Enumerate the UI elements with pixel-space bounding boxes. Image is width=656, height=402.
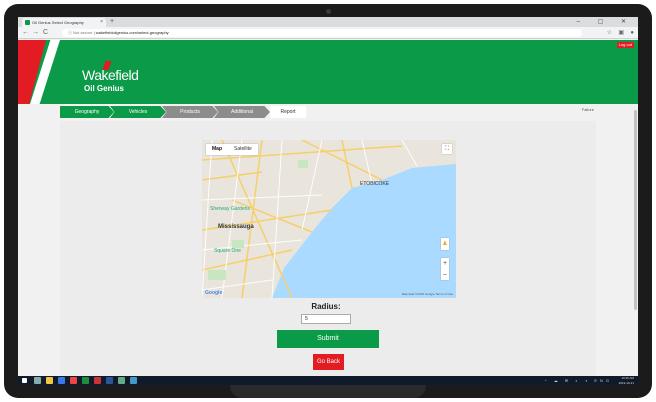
map-label-etobicoke: ETOBICOKE	[360, 181, 390, 187]
logout-button[interactable]: Log out	[616, 42, 634, 48]
word-icon[interactable]	[106, 377, 113, 384]
failure-text: Failure	[581, 107, 594, 112]
submit-button[interactable]: Submit	[277, 330, 379, 348]
site-header: Wakefield Oil Genius Log out	[18, 40, 638, 104]
window-controls[interactable]: – ▢ ✕	[577, 17, 634, 27]
address-bar: ← → C ⓘ Not secure | wakefieldoilgenius.…	[18, 27, 638, 39]
powerpoint-icon[interactable]	[94, 377, 101, 384]
step-additional[interactable]: Additional	[214, 106, 270, 118]
map-tab-satellite[interactable]: Satellite	[228, 144, 258, 155]
forward-icon[interactable]: →	[32, 27, 39, 39]
clock-time: 10:35 AM	[621, 376, 634, 380]
zoom-controls: + –	[441, 258, 449, 280]
map-type-tabs: Map Satellite	[206, 144, 258, 155]
close-tab-icon[interactable]: ×	[100, 18, 103, 27]
map-tab-map[interactable]: Map	[206, 144, 228, 155]
google-logo: Google	[205, 290, 223, 296]
start-icon[interactable]	[22, 378, 27, 383]
page-scrollbar[interactable]	[633, 104, 638, 376]
tab-title: Oil Genius Select Geography	[32, 20, 84, 25]
browser-tab-bar: Oil Genius Select Geography × + – ▢ ✕	[18, 17, 638, 27]
chrome-icon[interactable]	[70, 377, 77, 384]
browser-tab[interactable]: Oil Genius Select Geography ×	[22, 18, 106, 27]
camera-icon	[326, 9, 331, 14]
back-icon[interactable]: ←	[22, 27, 29, 39]
file-explorer-icon[interactable]	[46, 377, 53, 384]
system-tray[interactable]: ^ ☁ ✉ ◐ ◑ ENG	[545, 376, 612, 385]
map-view[interactable]: Map Satellite ⛶ ETOBICOKE Mississauga Sh…	[202, 140, 456, 298]
screen: Oil Genius Select Geography × + – ▢ ✕ ← …	[18, 17, 638, 385]
pegman-icon[interactable]: ♟	[441, 238, 449, 250]
url-text: wakefieldoilgenius.com/select-geography	[95, 30, 169, 35]
fullscreen-icon[interactable]: ⛶	[442, 144, 452, 154]
store-icon[interactable]	[58, 377, 65, 384]
map-canvas	[202, 140, 456, 298]
go-back-button[interactable]: Go Back	[313, 354, 344, 370]
radius-input[interactable]: 5	[301, 314, 351, 324]
map-label-square-one: Square One	[214, 248, 241, 254]
map-label-sherway: Sherway Gardens	[210, 206, 251, 212]
progress-steps: Geography Vehicles Products Additional R…	[60, 106, 620, 118]
app-icon[interactable]	[118, 377, 125, 384]
taskbar-clock[interactable]: 10:35 AM 2019-10-21	[619, 376, 634, 385]
scrollbar-thumb[interactable]	[634, 110, 637, 310]
extension-icon[interactable]: ▣	[618, 27, 624, 39]
map-footer[interactable]: Map data ©2019 Google Terms of Use	[402, 292, 453, 296]
edge-icon[interactable]	[130, 377, 137, 384]
device-frame: Oil Genius Select Geography × + – ▢ ✕ ← …	[0, 0, 656, 402]
step-geography[interactable]: Geography	[60, 106, 114, 118]
reload-icon[interactable]: C	[43, 27, 48, 39]
excel-icon[interactable]	[82, 377, 89, 384]
brand-name: Wakefield	[82, 67, 139, 83]
favicon-icon	[25, 20, 30, 25]
step-report[interactable]: Report	[270, 106, 306, 118]
main-panel: Map Satellite ⛶ ETOBICOKE Mississauga Sh…	[60, 121, 596, 385]
step-vehicles[interactable]: Vehicles	[110, 106, 166, 118]
step-products[interactable]: Products	[162, 106, 218, 118]
new-tab-button[interactable]: +	[110, 17, 114, 27]
brand-subtitle: Oil Genius	[84, 84, 125, 93]
star-icon[interactable]: ☆	[607, 27, 612, 39]
profile-icon[interactable]: ●	[630, 27, 634, 39]
url-input[interactable]: ⓘ Not secure | wakefieldoilgenius.com/se…	[62, 29, 582, 37]
zoom-in-button[interactable]: +	[441, 258, 449, 269]
info-icon: ⓘ	[68, 30, 72, 35]
secure-label: Not secure	[73, 30, 93, 35]
zoom-out-button[interactable]: –	[441, 269, 449, 280]
clock-date: 2019-10-21	[618, 380, 634, 385]
radius-label: Radius:	[311, 302, 341, 311]
map-label-mississauga: Mississauga	[218, 224, 254, 230]
search-icon[interactable]	[34, 377, 41, 384]
windows-taskbar: ^ ☁ ✉ ◐ ◑ ENG 10:35 AM 2019-10-21	[18, 376, 638, 385]
